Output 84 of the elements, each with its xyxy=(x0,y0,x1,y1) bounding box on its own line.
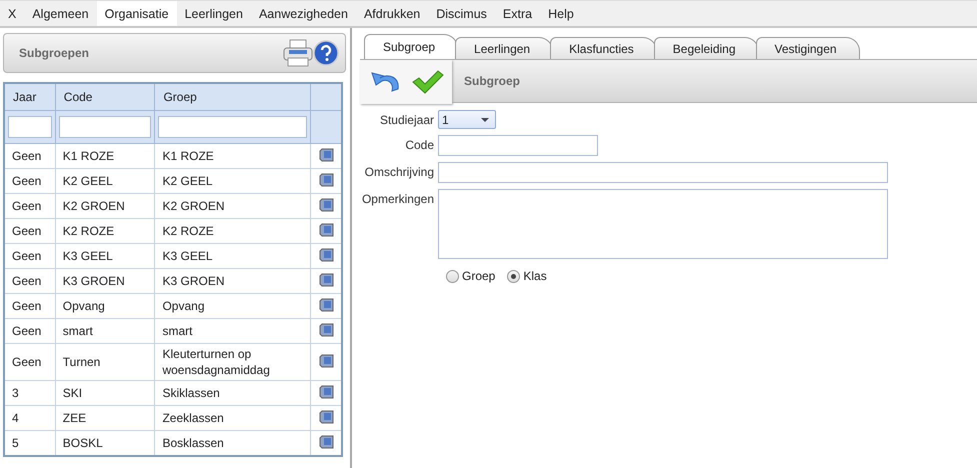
table-cell: Geen xyxy=(4,244,56,268)
table-cell: Geen xyxy=(4,344,56,380)
radio-label: Klas xyxy=(523,269,547,283)
table-cell: smart xyxy=(154,318,311,344)
toolbar-title: Subgroep xyxy=(464,74,520,88)
book-icon[interactable] xyxy=(318,410,334,424)
tab[interactable]: Klasfuncties xyxy=(550,37,657,59)
description-field[interactable] xyxy=(438,162,888,183)
book-icon[interactable] xyxy=(318,322,334,336)
book-icon[interactable] xyxy=(318,198,334,212)
table-cell: K2 GROEN xyxy=(55,194,155,218)
column-header[interactable]: Groep xyxy=(154,83,311,110)
table-cell: Geen xyxy=(4,268,56,294)
radio-icon[interactable] xyxy=(446,270,459,282)
menu-item[interactable]: Extra xyxy=(494,1,540,26)
table-cell: K2 ROZE xyxy=(55,218,155,244)
menu-item[interactable]: Help xyxy=(540,1,582,26)
table-cell: Geen xyxy=(4,194,56,218)
check-icon[interactable] xyxy=(412,70,444,94)
table-cell: K3 GROEN xyxy=(154,268,311,294)
book-icon[interactable] xyxy=(318,172,334,186)
table-cell: smart xyxy=(55,318,155,344)
book-icon[interactable] xyxy=(318,272,334,286)
table-cell: SKI xyxy=(55,380,155,406)
help-icon[interactable] xyxy=(313,40,339,66)
column-header[interactable]: Jaar xyxy=(4,83,56,110)
field-label: Omschrijving xyxy=(364,164,434,179)
field-label: Code xyxy=(404,137,434,152)
studiejaar-select[interactable]: 1 xyxy=(438,110,496,129)
menu-item[interactable]: Afdrukken xyxy=(356,1,428,26)
field-label: Studiejaar xyxy=(378,112,434,127)
table-cell: K3 GEEL xyxy=(55,244,155,268)
filter-field[interactable] xyxy=(8,116,52,138)
table-cell: K1 ROZE xyxy=(55,144,155,168)
menu-item[interactable]: X xyxy=(0,1,24,26)
table-cell: K1 ROZE xyxy=(154,144,311,168)
book-icon[interactable] xyxy=(318,354,334,368)
table-cell: K2 GROEN xyxy=(154,194,311,218)
table-cell: K2 ROZE xyxy=(154,218,311,244)
table-cell: ZEE xyxy=(55,406,155,430)
menu-item[interactable]: Leerlingen xyxy=(176,1,251,26)
menu-item[interactable]: Discimus xyxy=(428,1,495,26)
table-cell: K3 GEEL xyxy=(154,244,311,268)
table-cell: 3 xyxy=(4,380,56,406)
filter-field[interactable] xyxy=(158,116,308,138)
table-cell: Geen xyxy=(4,168,56,194)
column-header[interactable]: Code xyxy=(55,83,155,110)
code-field[interactable] xyxy=(438,135,598,156)
table-cell: Geen xyxy=(4,218,56,244)
book-icon[interactable] xyxy=(318,298,334,312)
tab[interactable]: Vestigingen xyxy=(756,37,860,59)
table-cell: K3 GROEN xyxy=(55,268,155,294)
table-cell: Zeeklassen xyxy=(154,406,311,430)
filter-field[interactable] xyxy=(58,116,152,138)
radio-option[interactable]: Klas xyxy=(507,269,547,283)
table-cell: Geen xyxy=(4,294,56,318)
book-icon[interactable] xyxy=(318,222,334,236)
menu-item[interactable]: Algemeen xyxy=(24,1,97,26)
table-cell: Skiklassen xyxy=(154,380,311,406)
caret-icon xyxy=(481,118,489,122)
table-cell: Geen xyxy=(4,144,56,168)
table-cell: Geen xyxy=(4,318,56,344)
field-label: Opmerkingen xyxy=(360,191,434,206)
table-cell: Opvang xyxy=(55,294,155,318)
printer-icon[interactable] xyxy=(283,39,313,67)
tab[interactable]: Begeleiding xyxy=(654,37,759,59)
table-cell: Opvang xyxy=(154,294,311,318)
radio-icon[interactable] xyxy=(507,270,520,282)
column-header xyxy=(310,83,342,110)
table-cell: 4 xyxy=(4,406,56,430)
radio-option[interactable]: Groep xyxy=(446,269,496,283)
panel-title: Subgroepen xyxy=(19,46,90,60)
remarks-field[interactable] xyxy=(438,189,888,259)
table-cell: Kleuterturnen op woensdagnamiddag xyxy=(154,344,311,380)
table-cell: Turnen xyxy=(55,344,155,380)
book-icon[interactable] xyxy=(318,434,334,448)
menu-item[interactable]: Organisatie xyxy=(96,1,177,26)
table-cell: K2 GEEL xyxy=(154,168,311,194)
radio-label: Groep xyxy=(462,269,496,283)
book-icon[interactable] xyxy=(318,248,334,262)
menu-item[interactable]: Aanwezigheden xyxy=(250,1,356,26)
book-icon[interactable] xyxy=(318,384,334,398)
table-cell: K2 GEEL xyxy=(55,168,155,194)
book-icon[interactable] xyxy=(318,148,334,162)
